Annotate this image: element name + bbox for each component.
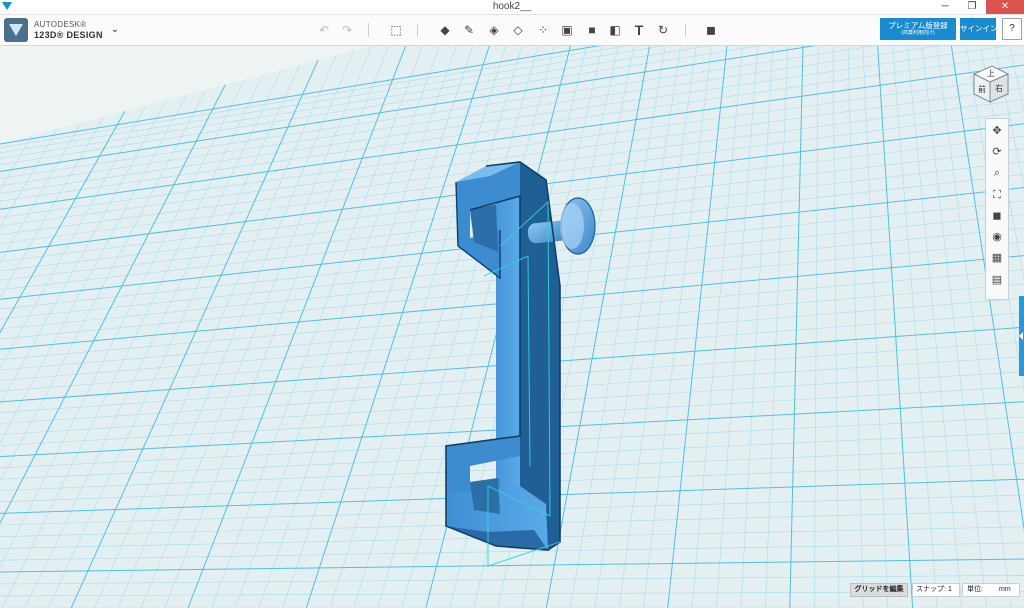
brand-product: 123D® DESIGN xyxy=(34,30,103,40)
measure-icon[interactable]: ◧ xyxy=(607,22,623,38)
zoom-icon[interactable]: ⌕ xyxy=(989,165,1005,181)
pattern-icon[interactable]: ⁘ xyxy=(535,22,551,38)
view-cube-front-label: 前 xyxy=(978,84,986,94)
view-cube[interactable]: 上 前 右 xyxy=(966,60,1014,108)
undo-icon[interactable]: ↶ xyxy=(316,22,332,38)
visibility-icon[interactable]: ◉ xyxy=(989,229,1005,245)
materials-icon[interactable]: ▤ xyxy=(989,272,1005,288)
title-bar: hook2__ ─ ❐ ✕ xyxy=(0,0,1024,15)
brand-company: AUTODESK® xyxy=(34,20,87,29)
redo-icon[interactable]: ↷ xyxy=(339,22,355,38)
help-button[interactable]: ? xyxy=(1002,18,1022,40)
workplane-scene[interactable] xyxy=(0,46,1024,608)
snap-label: スナップ: xyxy=(916,586,946,593)
material-icon[interactable]: ◼ xyxy=(703,22,719,38)
view-cube-icon[interactable]: ◼ xyxy=(989,208,1005,224)
app-menu-button[interactable]: ⌄ xyxy=(108,22,122,38)
3d-viewport[interactable]: 上 前 右 ✥ ⟳ ⌕ ⛶ ◼ ◉ ▦ ▤ グリッドを編集 スナップ: 1 単位… xyxy=(0,46,1024,608)
text-icon[interactable]: T xyxy=(631,22,647,38)
toolbar-divider xyxy=(417,23,418,37)
premium-sublabel: (商業利用向け) xyxy=(901,30,935,36)
window-title: hook2__ xyxy=(492,1,532,12)
toolbar-divider xyxy=(368,23,369,37)
construct-icon[interactable]: ◈ xyxy=(486,22,502,38)
pan-icon[interactable]: ✥ xyxy=(989,123,1005,139)
sketch-icon[interactable]: ✎ xyxy=(461,22,477,38)
combine-icon[interactable]: ■ xyxy=(584,22,600,38)
minimize-button[interactable]: ─ xyxy=(932,0,958,14)
premium-signup-button[interactable]: プレミアム版登録 (商業利用向け) xyxy=(880,18,956,40)
edit-grid-button[interactable]: グリッドを編集 xyxy=(850,583,908,597)
brand: AUTODESK® 123D® DESIGN xyxy=(4,18,124,42)
snap-field[interactable]: スナップ: 1 xyxy=(912,583,960,597)
unit-label: 単位: xyxy=(967,586,983,593)
unit-field[interactable]: 単位: mm xyxy=(962,583,1020,597)
autodesk-logo-icon xyxy=(4,18,28,42)
unit-value: mm xyxy=(999,586,1011,593)
side-panel-toggle[interactable] xyxy=(1019,296,1024,376)
main-toolbar: AUTODESK® 123D® DESIGN ⌄ ↶ ↷ ⬚ ◆ ✎ ◈ ◇ ⁘… xyxy=(0,15,1024,46)
navigation-bar: ✥ ⟳ ⌕ ⛶ ◼ ◉ ▦ ▤ xyxy=(985,118,1009,300)
snap-icon[interactable]: ↻ xyxy=(655,22,671,38)
close-button[interactable]: ✕ xyxy=(986,0,1024,14)
orbit-icon[interactable]: ⟳ xyxy=(989,144,1005,160)
grid-view-icon[interactable]: ▦ xyxy=(989,250,1005,266)
group-icon[interactable]: ▣ xyxy=(559,22,575,38)
sign-in-button[interactable]: サインイン xyxy=(960,18,998,40)
view-cube-right-label: 右 xyxy=(995,83,1003,93)
premium-label: プレミアム版登録 xyxy=(888,21,948,30)
fit-icon[interactable]: ⛶ xyxy=(989,187,1005,203)
modify-icon[interactable]: ◇ xyxy=(510,22,526,38)
maximize-button[interactable]: ❐ xyxy=(959,0,985,14)
add-shape-icon[interactable]: ⬚ xyxy=(388,22,404,38)
view-cube-top-label: 上 xyxy=(987,69,995,78)
primitives-icon[interactable]: ◆ xyxy=(437,22,453,38)
toolbar-divider xyxy=(685,23,686,37)
snap-value: 1 xyxy=(948,586,952,593)
